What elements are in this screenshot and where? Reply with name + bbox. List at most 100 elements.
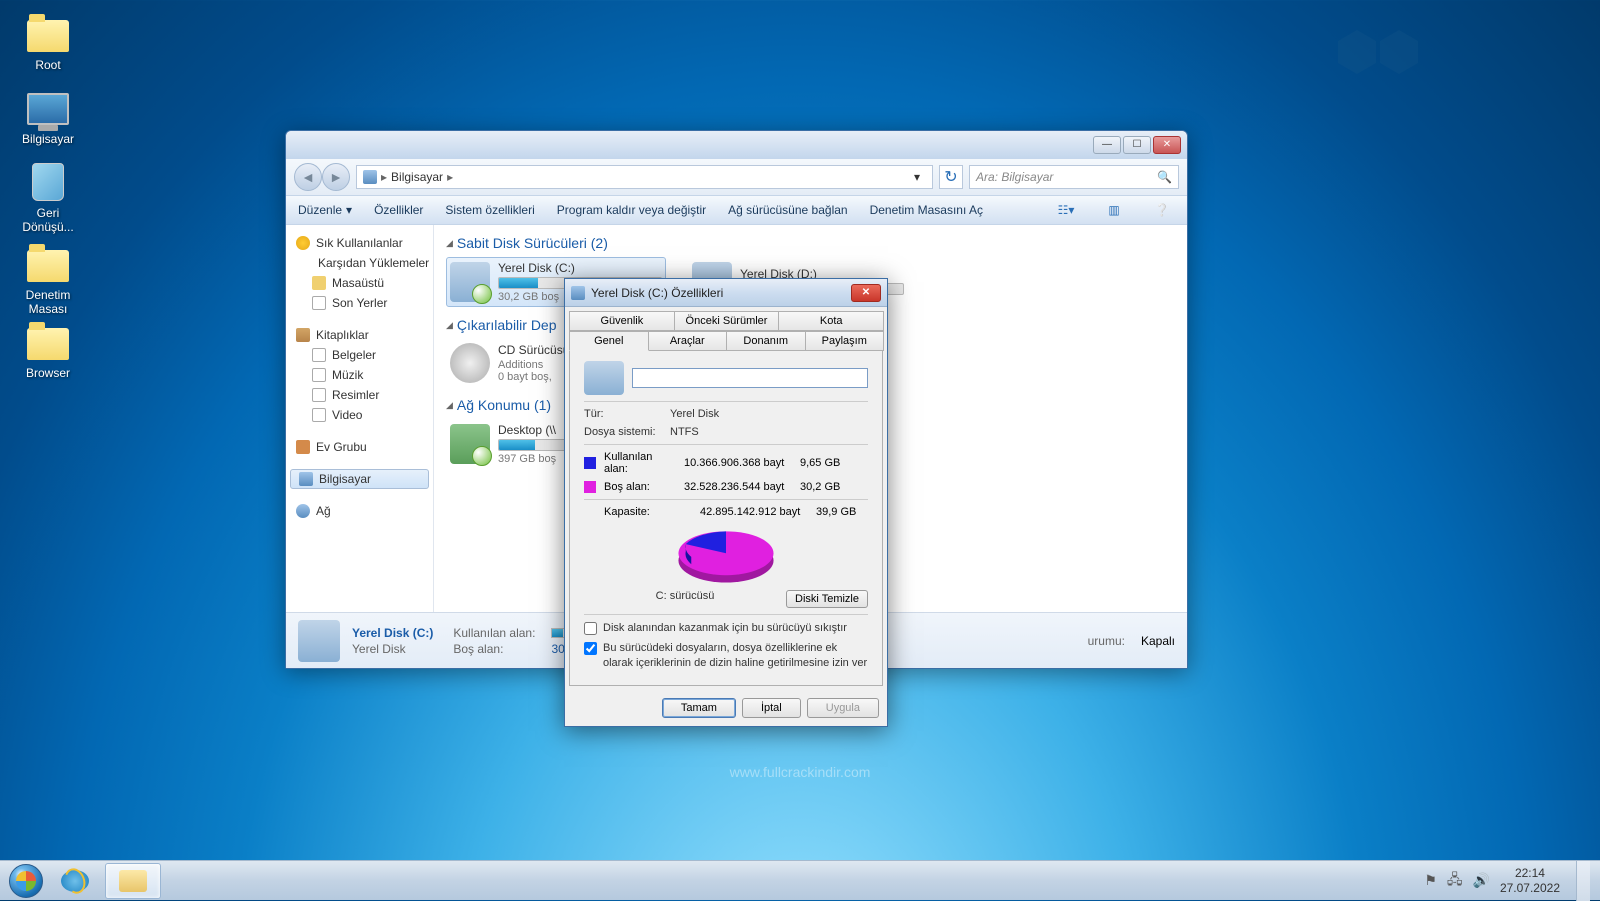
background-decoration bbox=[1336, 30, 1420, 79]
maximize-button[interactable]: ☐ bbox=[1123, 136, 1151, 154]
nav-videos[interactable]: Video bbox=[290, 405, 429, 425]
properties-dialog: Yerel Disk (C:) Özellikleri ✕ Güvenlik Ö… bbox=[564, 278, 888, 727]
nav-network[interactable]: Ağ bbox=[290, 501, 429, 521]
nav-desktop[interactable]: Masaüstü bbox=[290, 273, 429, 293]
tray-flag-icon[interactable]: ⚑ bbox=[1424, 872, 1437, 889]
ok-button[interactable]: Tamam bbox=[662, 698, 736, 718]
nav-back-button[interactable]: ◄ bbox=[294, 163, 322, 191]
uninstall-button[interactable]: Program kaldır veya değiştir bbox=[557, 203, 706, 217]
tab-security[interactable]: Güvenlik bbox=[569, 311, 675, 331]
cd-icon bbox=[450, 343, 490, 383]
type-value: Yerel Disk bbox=[670, 408, 719, 420]
nav-pictures[interactable]: Resimler bbox=[290, 385, 429, 405]
details-drive-icon bbox=[298, 620, 340, 662]
taskbar: ⚑ 🖧 🔊 22:14 27.07.2022 bbox=[0, 860, 1600, 900]
free-bytes: 32.528.236.544 bayt bbox=[684, 481, 792, 493]
desktop-icon-root[interactable]: Root bbox=[10, 8, 86, 72]
refresh-button[interactable]: ↻ bbox=[939, 165, 963, 189]
nav-downloads[interactable]: Karşıdan Yüklemeler bbox=[290, 253, 429, 273]
nav-libraries[interactable]: Kitaplıklar bbox=[290, 325, 429, 345]
navigation-pane: Sık Kullanılanlar Karşıdan Yüklemeler Ma… bbox=[286, 225, 434, 612]
folder-icon bbox=[312, 276, 326, 290]
organize-button[interactable]: Düzenle ▾ bbox=[298, 203, 352, 217]
drive-label-input[interactable] bbox=[632, 368, 868, 388]
taskbar-ie[interactable] bbox=[47, 863, 103, 899]
free-label: Boş alan: bbox=[604, 481, 676, 493]
desktop-icon-label: Denetim Masası bbox=[26, 288, 71, 316]
explorer-icon bbox=[119, 870, 147, 892]
network-icon bbox=[296, 504, 310, 518]
nav-music[interactable]: Müzik bbox=[290, 365, 429, 385]
command-bar: Düzenle ▾ Özellikler Sistem özellikleri … bbox=[286, 195, 1187, 225]
category-hdd[interactable]: Sabit Disk Sürücüleri (2) bbox=[446, 235, 1175, 251]
used-bytes: 10.366.906.368 bayt bbox=[684, 457, 792, 469]
details-title: Yerel Disk (C:) bbox=[352, 626, 433, 640]
tray-network-icon[interactable]: 🖧 bbox=[1447, 869, 1463, 893]
properties-close-button[interactable]: ✕ bbox=[851, 284, 881, 302]
system-properties-button[interactable]: Sistem özellikleri bbox=[445, 203, 534, 217]
tab-previous-versions[interactable]: Önceki Sürümler bbox=[674, 311, 780, 331]
disk-cleanup-button[interactable]: Diski Temizle bbox=[786, 590, 868, 608]
usage-pie-chart bbox=[668, 524, 784, 588]
show-desktop-button[interactable] bbox=[1576, 861, 1590, 901]
details-subtitle: Yerel Disk bbox=[352, 642, 433, 656]
index-checkbox[interactable] bbox=[584, 642, 597, 655]
tab-hardware[interactable]: Donanım bbox=[726, 331, 806, 351]
taskbar-clock[interactable]: 22:14 27.07.2022 bbox=[1500, 866, 1560, 895]
drive-icon bbox=[584, 361, 624, 395]
nav-favorites[interactable]: Sık Kullanılanlar bbox=[290, 233, 429, 253]
tab-sharing[interactable]: Paylaşım bbox=[805, 331, 885, 351]
breadcrumb-item[interactable]: Bilgisayar bbox=[391, 170, 443, 184]
drive-icon bbox=[450, 262, 490, 302]
properties-button[interactable]: Özellikler bbox=[374, 203, 423, 217]
nav-recent[interactable]: Son Yerler bbox=[290, 293, 429, 313]
nav-computer[interactable]: Bilgisayar bbox=[290, 469, 429, 489]
music-icon bbox=[312, 368, 326, 382]
clock-date: 27.07.2022 bbox=[1500, 881, 1560, 895]
desktop-icon-recyclebin[interactable]: Geri Dönüşü... bbox=[10, 156, 86, 234]
tab-tools[interactable]: Araçlar bbox=[648, 331, 728, 351]
details-state-value: Kapalı bbox=[1141, 634, 1175, 648]
homegroup-icon bbox=[296, 440, 310, 454]
explorer-titlebar[interactable]: — ☐ ✕ bbox=[286, 131, 1187, 159]
nav-documents[interactable]: Belgeler bbox=[290, 345, 429, 365]
breadcrumb-dropdown[interactable]: ▾ bbox=[908, 170, 926, 184]
nav-forward-button[interactable]: ► bbox=[322, 163, 350, 191]
search-placeholder: Ara: Bilgisayar bbox=[976, 170, 1053, 184]
desktop-icon-controlpanel[interactable]: Denetim Masası bbox=[10, 238, 86, 316]
drive-icon bbox=[571, 286, 585, 300]
capacity-label: Kapasite: bbox=[604, 506, 692, 518]
search-input[interactable]: Ara: Bilgisayar 🔍 bbox=[969, 165, 1179, 189]
minimize-button[interactable]: — bbox=[1093, 136, 1121, 154]
breadcrumb[interactable]: ▸ Bilgisayar ▸ ▾ bbox=[356, 165, 933, 189]
index-label: Bu sürücüdeki dosyaların, dosya özellikl… bbox=[603, 641, 868, 670]
tab-general[interactable]: Genel bbox=[569, 331, 649, 351]
apply-button[interactable]: Uygula bbox=[807, 698, 879, 718]
help-button[interactable]: ❔ bbox=[1149, 199, 1175, 221]
filesystem-value: NTFS bbox=[670, 426, 699, 438]
tray-volume-icon[interactable]: 🔊 bbox=[1473, 872, 1490, 889]
preview-pane-button[interactable]: ▥ bbox=[1101, 199, 1127, 221]
filesystem-label: Dosya sistemi: bbox=[584, 426, 662, 438]
windows-orb-icon bbox=[9, 864, 43, 898]
tab-quota[interactable]: Kota bbox=[778, 311, 884, 331]
properties-body: Tür:Yerel Disk Dosya sistemi:NTFS Kullan… bbox=[569, 351, 883, 686]
desktop-icon-computer[interactable]: Bilgisayar bbox=[10, 82, 86, 146]
view-button[interactable]: ☷▾ bbox=[1053, 199, 1079, 221]
desktop-icon-label: Geri Dönüşü... bbox=[22, 206, 73, 234]
map-network-drive-button[interactable]: Ağ sürücüsüne bağlan bbox=[728, 203, 847, 217]
close-button[interactable]: ✕ bbox=[1153, 136, 1181, 154]
properties-footer: Tamam İptal Uygula bbox=[565, 690, 887, 726]
cancel-button[interactable]: İptal bbox=[742, 698, 801, 718]
control-panel-button[interactable]: Denetim Masasını Aç bbox=[870, 203, 983, 217]
recent-icon bbox=[312, 296, 326, 310]
used-label: Kullanılan alan: bbox=[604, 451, 676, 475]
properties-titlebar[interactable]: Yerel Disk (C:) Özellikleri ✕ bbox=[565, 279, 887, 307]
taskbar-explorer[interactable] bbox=[105, 863, 161, 899]
desktop-icon-browser[interactable]: Browser bbox=[10, 316, 86, 380]
start-button[interactable] bbox=[6, 861, 46, 901]
nav-homegroup[interactable]: Ev Grubu bbox=[290, 437, 429, 457]
ie-icon bbox=[61, 870, 89, 892]
compress-checkbox[interactable] bbox=[584, 622, 597, 635]
desktop-icon-label: Browser bbox=[26, 366, 70, 380]
